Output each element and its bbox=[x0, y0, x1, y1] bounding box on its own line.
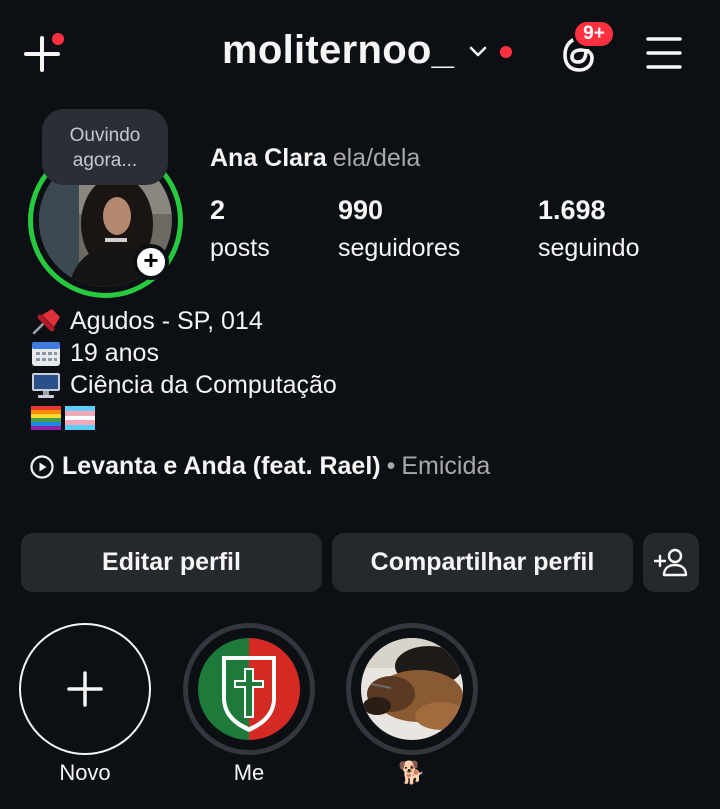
highlight-label: Me bbox=[233, 760, 265, 785]
hamburger-menu-icon bbox=[646, 37, 682, 69]
add-person-icon bbox=[653, 548, 688, 577]
rainbow-flag-icon bbox=[30, 403, 62, 431]
pushpin-icon bbox=[30, 307, 62, 335]
create-notification-dot bbox=[52, 33, 64, 45]
full-name: Ana Clara bbox=[210, 144, 327, 172]
note-bubble[interactable]: Ouvindo agora... bbox=[42, 109, 168, 185]
song-artist: Emicida bbox=[401, 452, 491, 480]
bio-text: Ciência da Computação bbox=[70, 371, 337, 399]
bio-text: Agudos - SP, 014 bbox=[70, 307, 263, 335]
share-profile-button[interactable]: Compartilhar perfil bbox=[332, 533, 633, 592]
chevron-down-icon[interactable] bbox=[468, 42, 488, 62]
stat-followers[interactable]: 990 seguidores bbox=[338, 195, 460, 265]
stat-value: 1.698 bbox=[538, 195, 606, 225]
highlight-me[interactable] bbox=[183, 623, 315, 755]
bio-line: Ciência da Computação bbox=[30, 369, 337, 401]
name-row: Ana Clara ela/dela bbox=[210, 144, 420, 173]
song-title: Levanta e Anda (feat. Rael) bbox=[62, 452, 381, 480]
threads-badge: 9+ bbox=[572, 19, 616, 49]
username[interactable]: moliternoo_ bbox=[222, 28, 454, 73]
stat-label: seguindo bbox=[538, 234, 640, 262]
dog-photo bbox=[357, 634, 467, 744]
pronouns: ela/dela bbox=[332, 144, 421, 172]
note-line-2: agora... bbox=[72, 150, 138, 171]
account-notification-dot bbox=[500, 46, 512, 58]
discover-people-button[interactable] bbox=[643, 533, 699, 592]
add-story-button[interactable]: + bbox=[133, 244, 169, 280]
bio: Agudos - SP, 014 19 anos Ciência da Comp… bbox=[30, 305, 337, 433]
bio-line: 19 anos bbox=[30, 337, 337, 369]
calendar-icon bbox=[30, 339, 62, 367]
stat-value: 990 bbox=[338, 195, 384, 225]
bio-flags bbox=[30, 401, 337, 433]
computer-icon bbox=[30, 371, 62, 399]
menu-button[interactable] bbox=[646, 36, 682, 70]
note-line-1: Ouvindo bbox=[69, 125, 141, 146]
play-circle-icon bbox=[30, 454, 54, 479]
stat-posts[interactable]: 2 posts bbox=[210, 195, 270, 265]
highlight-dog[interactable] bbox=[346, 623, 478, 755]
bio-line: Agudos - SP, 014 bbox=[30, 305, 337, 337]
music-separator: • bbox=[386, 452, 396, 480]
profile-music[interactable]: Levanta e Anda (feat. Rael) • Emicida bbox=[30, 452, 490, 481]
stat-label: posts bbox=[210, 234, 270, 262]
edit-profile-button[interactable]: Editar perfil bbox=[21, 533, 322, 592]
new-highlight-button[interactable] bbox=[19, 623, 151, 755]
plus-icon bbox=[67, 671, 103, 707]
stat-label: seguidores bbox=[338, 234, 461, 262]
shield-cross-icon bbox=[194, 634, 304, 744]
stat-value: 2 bbox=[210, 195, 226, 225]
highlight-label: Novo bbox=[59, 760, 111, 785]
bio-text: 19 anos bbox=[70, 339, 159, 367]
highlight-label: 🐕 bbox=[398, 760, 426, 785]
stat-following[interactable]: 1.698 seguindo bbox=[538, 195, 639, 265]
transgender-flag-icon bbox=[64, 403, 96, 431]
